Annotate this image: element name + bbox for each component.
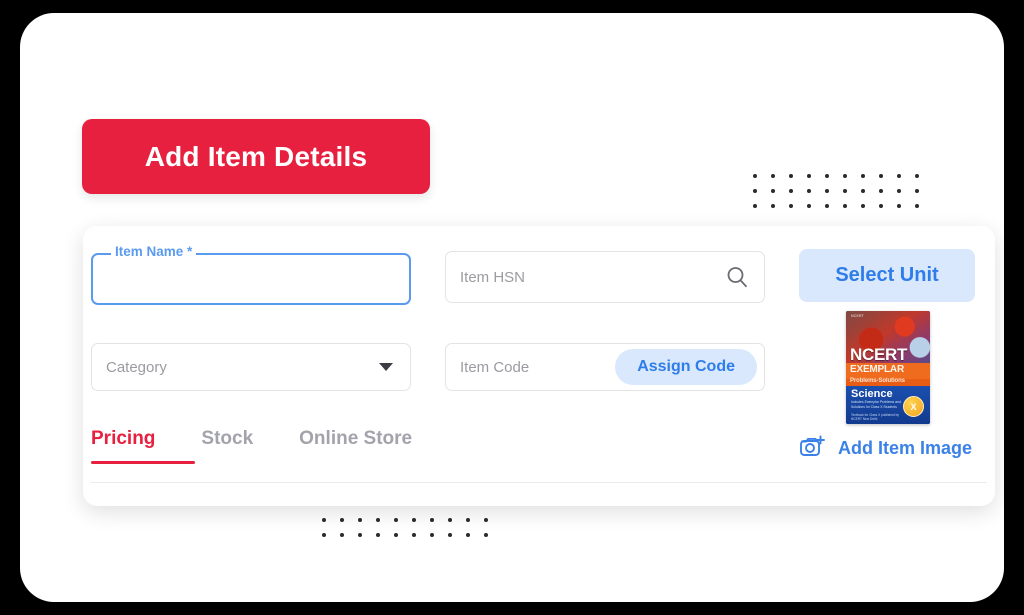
- decorative-dot: [466, 533, 470, 537]
- decorative-dot: [861, 189, 865, 193]
- decorative-dot: [376, 518, 380, 522]
- decorative-dot: [358, 533, 362, 537]
- decorative-dot: [753, 174, 757, 178]
- item-code-field[interactable]: Assign Code: [445, 343, 765, 391]
- decorative-dot: [843, 174, 847, 178]
- decorative-dot: [322, 518, 326, 522]
- book-description: Includes Exemplar Problems and Solutions…: [851, 400, 901, 410]
- decorative-dot: [825, 174, 829, 178]
- book-brand-line: NCERT: [851, 314, 864, 318]
- decorative-dot: [753, 204, 757, 208]
- book-author-line: Textbook for Class X published by NCERT …: [851, 412, 900, 422]
- decorative-dot: [843, 189, 847, 193]
- decorative-dot: [376, 533, 380, 537]
- decorative-dot-grid-top-right: [753, 174, 933, 219]
- decorative-dot: [879, 189, 883, 193]
- tabs-divider: [91, 482, 987, 483]
- screen-root: Add Item Details Item Name * Category It…: [0, 0, 1024, 615]
- item-name-field[interactable]: Item Name *: [91, 244, 411, 305]
- chevron-down-icon[interactable]: [379, 363, 393, 371]
- decorative-dot: [412, 533, 416, 537]
- item-image-thumbnail[interactable]: NCERT NCERT EXEMPLAR Problems-Solutions …: [846, 311, 930, 424]
- decorative-dot: [448, 533, 452, 537]
- decorative-dot: [322, 533, 326, 537]
- decorative-dot: [484, 518, 488, 522]
- decorative-dot: [340, 518, 344, 522]
- assign-code-button[interactable]: Assign Code: [615, 349, 757, 385]
- add-item-image-button[interactable]: Add Item Image: [799, 434, 972, 462]
- book-class-badge: X: [903, 396, 924, 417]
- item-name-input[interactable]: [91, 253, 411, 305]
- decorative-dot: [484, 533, 488, 537]
- item-details-card: Item Name * Ass: [83, 226, 995, 506]
- decorative-dot: [448, 518, 452, 522]
- decorative-dot: [825, 189, 829, 193]
- decorative-dot: [430, 533, 434, 537]
- decorative-dot: [789, 189, 793, 193]
- decorative-dot: [915, 189, 919, 193]
- decorative-dot: [807, 204, 811, 208]
- tab-pricing[interactable]: Pricing: [91, 428, 196, 464]
- decorative-dot: [807, 189, 811, 193]
- decorative-dot: [789, 204, 793, 208]
- decorative-dot: [879, 174, 883, 178]
- decorative-dot: [394, 518, 398, 522]
- decorative-dot: [394, 533, 398, 537]
- add-item-details-button[interactable]: Add Item Details: [82, 119, 430, 194]
- decorative-dot: [861, 174, 865, 178]
- decorative-dot: [843, 204, 847, 208]
- add-item-image-label: Add Item Image: [838, 437, 973, 458]
- decorative-dot: [879, 204, 883, 208]
- decorative-dot: [412, 518, 416, 522]
- section-tabs: Pricing Stock Online Store: [91, 428, 458, 464]
- decorative-dot: [897, 204, 901, 208]
- camera-plus-icon: [799, 434, 827, 462]
- category-field[interactable]: [91, 343, 411, 391]
- book-series: EXEMPLAR: [850, 363, 904, 375]
- decorative-dot: [771, 174, 775, 178]
- item-hsn-input[interactable]: [446, 252, 764, 302]
- decorative-dot: [825, 204, 829, 208]
- search-icon[interactable]: [724, 264, 750, 290]
- tab-online-store[interactable]: Online Store: [299, 428, 436, 464]
- decorative-dot: [771, 204, 775, 208]
- category-input[interactable]: [92, 344, 410, 390]
- decorative-dot: [340, 533, 344, 537]
- decorative-dot: [807, 174, 811, 178]
- decorative-dot: [861, 204, 865, 208]
- book-subtitle: Problems-Solutions: [850, 378, 905, 385]
- decorative-dot: [753, 189, 757, 193]
- decorative-dot: [915, 174, 919, 178]
- device-frame: Add Item Details Item Name * Category It…: [20, 13, 1004, 602]
- tab-stock[interactable]: Stock: [201, 428, 277, 464]
- decorative-dot-grid-bottom-left: [322, 518, 502, 548]
- select-unit-button[interactable]: Select Unit: [799, 249, 975, 302]
- item-hsn-field[interactable]: [445, 251, 765, 303]
- decorative-dot: [789, 174, 793, 178]
- decorative-dot: [466, 518, 470, 522]
- book-title: NCERT: [850, 344, 908, 364]
- decorative-dot: [897, 189, 901, 193]
- decorative-dot: [430, 518, 434, 522]
- decorative-dot: [771, 189, 775, 193]
- decorative-dot: [358, 518, 362, 522]
- decorative-dot: [915, 204, 919, 208]
- book-subject: Science: [851, 387, 893, 400]
- decorative-dot: [897, 174, 901, 178]
